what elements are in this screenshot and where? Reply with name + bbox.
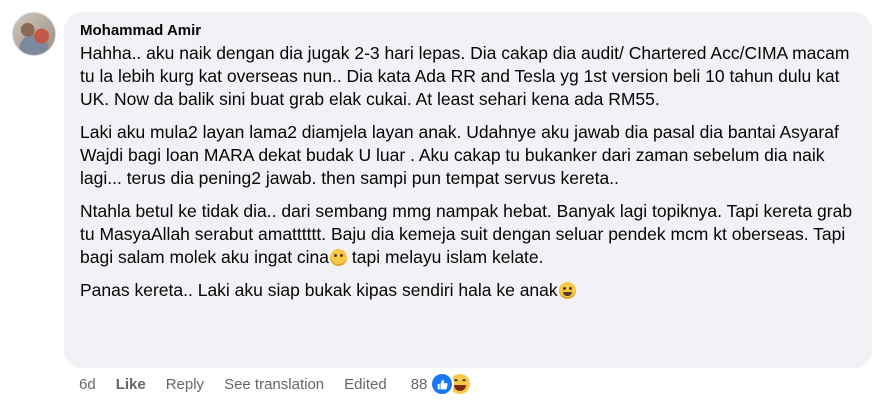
timestamp-link[interactable]: 6d xyxy=(79,376,96,393)
comment-paragraph-4: Panas kereta.. Laki aku siap bukak kipas… xyxy=(80,279,860,302)
comment-paragraph-1: Hahha.. aku naik dengan dia jugak 2-3 ha… xyxy=(80,43,850,109)
edited-label[interactable]: Edited xyxy=(344,376,387,393)
grinning-squinting-emoji-icon xyxy=(558,282,576,299)
comment-paragraph-3-text-b: tapi melayu islam kelate. xyxy=(351,247,544,267)
comment-paragraph-4-text: Panas kereta.. Laki aku siap bukak kipas… xyxy=(80,280,558,300)
comment-paragraph-3: Ntahla betul ke tidak dia.. dari sembang… xyxy=(80,200,860,269)
comment-bubble: Mohammad Amir Hahha.. aku naik dengan di… xyxy=(64,12,872,368)
avatar[interactable] xyxy=(12,12,56,56)
reply-button[interactable]: Reply xyxy=(166,376,204,393)
reaction-count: 88 xyxy=(410,375,428,393)
comment-author: Mohammad Amir xyxy=(80,21,860,40)
see-translation-button[interactable]: See translation xyxy=(224,376,324,393)
reactions-summary[interactable]: 88 xyxy=(411,372,473,396)
author-name-link[interactable]: Mohammad Amir xyxy=(80,22,201,39)
grimacing-emoji-icon xyxy=(330,249,348,266)
comment-actions: 6d Like Reply See translation Edited 88 xyxy=(79,372,473,396)
comment-paragraph-2: Laki aku mula2 layan lama2 diamjela laya… xyxy=(80,122,839,188)
like-button[interactable]: Like xyxy=(116,376,146,393)
